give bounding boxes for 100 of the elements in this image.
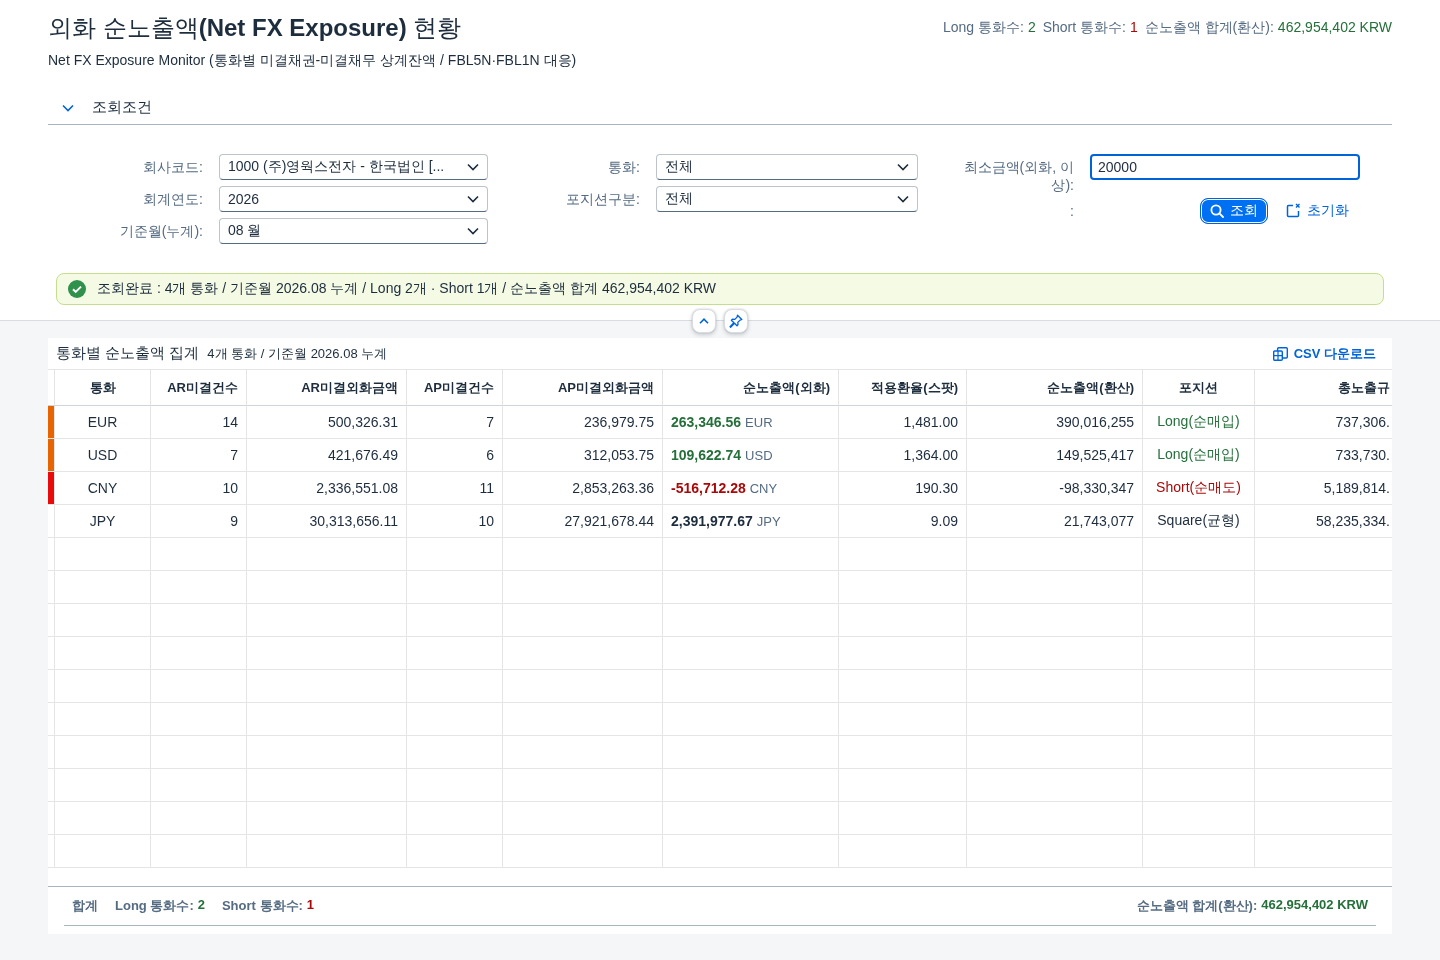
net-amount: 263,346.56 — [671, 414, 742, 430]
summary-value: 462,954,402 KRW — [1277, 19, 1392, 37]
column-header: 총노출규 — [1254, 369, 1392, 406]
column-header: 통화 — [54, 369, 150, 406]
net-amount: 109,622.74 — [671, 447, 742, 463]
table-cell: CNY — [54, 472, 150, 505]
filter-label: 회사코드: — [143, 158, 203, 176]
table-cell: 421,676.49 — [246, 439, 406, 472]
table-cell: 7 — [150, 439, 246, 472]
currency-code: JPY — [756, 513, 781, 529]
summary-value: 462,954,402 KRW — [1261, 897, 1368, 914]
summary-value: 1 — [1129, 19, 1138, 37]
table-cell: 11 — [406, 472, 502, 505]
table-cell: 1,481.00 — [838, 406, 966, 439]
column-header: AR미결건수 — [150, 369, 246, 406]
pin-icon — [729, 314, 743, 328]
currency-code: USD — [745, 447, 773, 463]
filter-label: 포지션구분: — [566, 190, 640, 208]
reset-button[interactable]: 초기화 — [1282, 198, 1352, 224]
summary-label: Long 통화수: — [115, 897, 194, 915]
currency-code: CNY — [749, 480, 778, 496]
table-cell: Short(순매도) — [1142, 472, 1254, 505]
column-header: 순노출액(환산) — [966, 369, 1142, 406]
table-cell: 500,326.31 — [246, 406, 406, 439]
chevron-down-icon — [467, 163, 479, 171]
summary-label: Long 통화수: — [942, 19, 1024, 37]
table-cell: 312,053.75 — [502, 439, 662, 472]
pin-button[interactable] — [724, 309, 748, 333]
table-subtitle: 4개 통화 / 기준월 2026.08 누계 — [207, 344, 388, 363]
currency-code: EUR — [745, 414, 773, 430]
table-cell: Long(순매입) — [1142, 406, 1254, 439]
table-cell: 149,525,417 — [966, 439, 1142, 472]
dropdown[interactable]: 08 월 — [219, 218, 488, 244]
table-cell: 9.09 — [838, 505, 966, 538]
table-cell: EUR — [54, 406, 150, 439]
summary-value: 1 — [306, 897, 315, 914]
footer-label: 합계 — [72, 897, 98, 915]
input-field[interactable]: 20000 — [1090, 154, 1360, 180]
chevron-down-icon — [467, 195, 479, 203]
net-amount: -516,712.28 — [671, 480, 746, 496]
table-cell: Long(순매입) — [1142, 439, 1254, 472]
check-circle-icon — [68, 280, 86, 298]
table-cell: 10 — [406, 505, 502, 538]
dropdown[interactable]: 2026 — [219, 186, 488, 212]
column-header: 순노출액(외화) — [662, 369, 838, 406]
table-cell: 737,306. — [1254, 406, 1392, 439]
filter-label: 통화: — [608, 158, 640, 176]
csv-download-link[interactable]: CSV 다운로드 — [1272, 344, 1376, 363]
chevron-down-icon — [467, 227, 479, 235]
filter-label: 최소금액(외화, 이상): — [962, 158, 1074, 194]
dropdown[interactable]: 전체 — [656, 186, 918, 212]
net-amount: 2,391,977.67 — [671, 513, 753, 529]
summary-label: 순노출액 합계(환산): — [1136, 897, 1258, 915]
table-cell: 390,016,255 — [966, 406, 1142, 439]
table-title: 통화별 순노출액 집계 — [56, 344, 200, 363]
table-cell: JPY — [54, 505, 150, 538]
table-cell: Square(균형) — [1142, 505, 1254, 538]
column-header: AP미결외화금액 — [502, 369, 662, 406]
filter-label: 기준월(누계): — [119, 222, 203, 240]
table-cell: 9 — [150, 505, 246, 538]
table-cell: 7 — [406, 406, 502, 439]
table-cell: USD — [54, 439, 150, 472]
filter-label: 회계연도: — [143, 190, 203, 208]
filter-section-toggle[interactable]: 조회조건 — [48, 93, 156, 122]
search-button[interactable]: 조회 — [1200, 198, 1268, 224]
column-header: AP미결건수 — [406, 369, 502, 406]
summary-label: Short 통화수: — [1042, 19, 1126, 37]
table-cell: 21,743,077 — [966, 505, 1142, 538]
chevron-up-icon — [699, 318, 709, 324]
table-cell: 733,730. — [1254, 439, 1392, 472]
table-cell: 30,313,656.11 — [246, 505, 406, 538]
table-cell: 58,235,334. — [1254, 505, 1392, 538]
column-header: AR미결외화금액 — [246, 369, 406, 406]
chevron-down-icon — [897, 163, 909, 171]
table-cell: 1,364.00 — [838, 439, 966, 472]
table-cell: 2,853,263.36 — [502, 472, 662, 505]
table-cell: 10 — [150, 472, 246, 505]
dropdown[interactable]: 1000 (주)영웍스전자 - 한국법인 [... — [219, 154, 488, 180]
collapse-header-button[interactable] — [692, 309, 716, 333]
table-cell: 236,979.75 — [502, 406, 662, 439]
summary-label: Short 통화수: — [221, 897, 303, 915]
table-cell: 190.30 — [838, 472, 966, 505]
table-cell: -98,330,347 — [966, 472, 1142, 505]
clear-icon — [1285, 203, 1301, 219]
table-cell: 5,189,814. — [1254, 472, 1392, 505]
filter-label: : — [1070, 202, 1074, 220]
summary-label: 순노출액 합계(환산): — [1144, 19, 1274, 37]
page-subtitle: Net FX Exposure Monitor (통화별 미결채권-미결채무 상계잔액 / FBL5N·FBL1N 대응) — [48, 51, 577, 69]
chevron-down-icon — [62, 103, 74, 112]
table-cell: 27,921,678.44 — [502, 505, 662, 538]
summary-value: 2 — [197, 897, 205, 914]
spreadsheet-icon — [1272, 346, 1288, 361]
table-cell: 14 — [150, 406, 246, 439]
column-header: 포지션 — [1142, 369, 1254, 406]
table-cell: 2,336,551.08 — [246, 472, 406, 505]
table-cell: 6 — [406, 439, 502, 472]
chevron-down-icon — [897, 195, 909, 203]
dropdown[interactable]: 전체 — [656, 154, 918, 180]
page-title: 외화 순노출액(Net FX Exposure) 현황 — [48, 13, 462, 43]
message-text: 조회완료 : 4개 통화 / 기준월 2026.08 누계 / Long 2개 · Short 1개 / 순노출액 합계 462,954,402 KRW — [97, 280, 717, 298]
